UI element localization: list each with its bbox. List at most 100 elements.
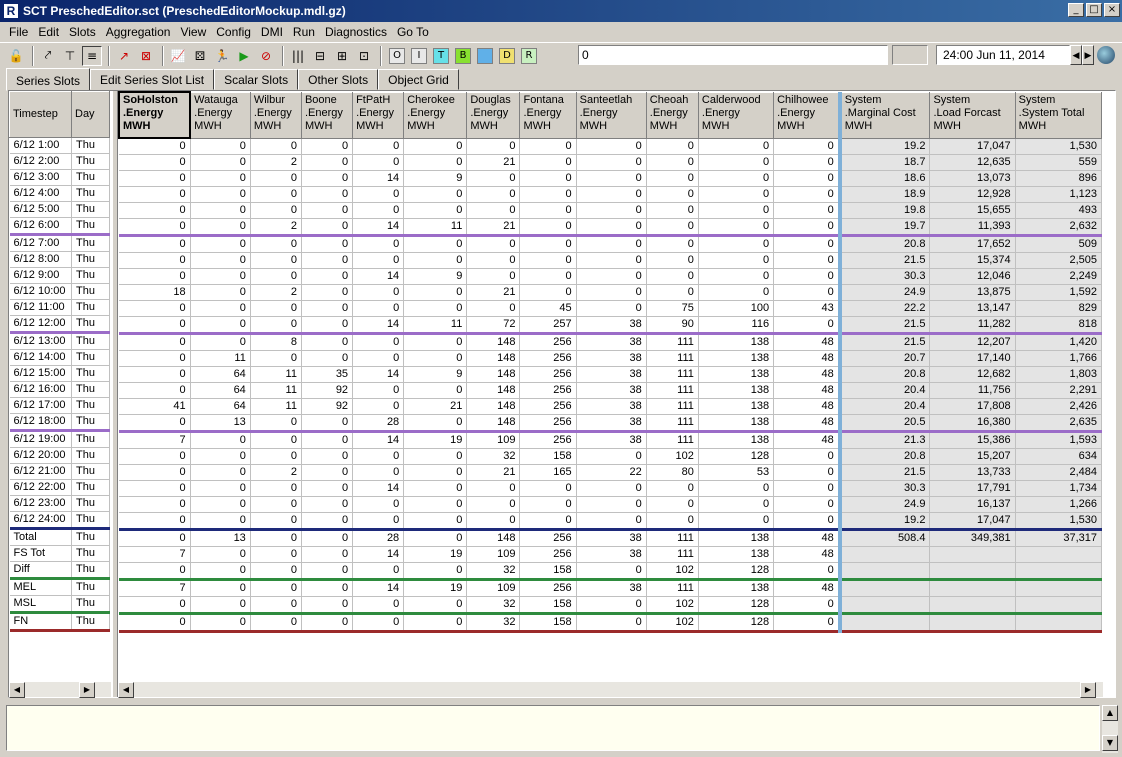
value-cell[interactable]: 0 (250, 448, 302, 465)
value-cell[interactable]: 9 (403, 268, 468, 285)
scroll-right-arrow-icon[interactable]: ▶ (1080, 682, 1096, 698)
value-cell[interactable]: 0 (119, 333, 191, 351)
value-cell[interactable]: 0 (301, 218, 354, 237)
value-cell[interactable]: 20.7 (839, 350, 931, 367)
column-header[interactable]: Boone .Energy MWH (300, 91, 354, 139)
value-cell[interactable]: 0 (190, 170, 251, 187)
value-cell[interactable]: 0 (698, 154, 775, 171)
value-cell[interactable]: 0 (466, 300, 521, 317)
fit-all-icon[interactable]: ⊡ (354, 46, 374, 66)
value-cell[interactable]: 14 (352, 268, 405, 285)
value-cell[interactable]: 0 (301, 579, 354, 597)
value-cell[interactable]: 0 (773, 562, 842, 581)
value-cell[interactable]: 0 (190, 138, 251, 155)
value-cell[interactable]: 38 (576, 579, 647, 597)
value-cell[interactable]: 0 (403, 562, 468, 581)
value-cell[interactable]: 0 (403, 235, 468, 253)
value-cell[interactable]: 19.2 (839, 512, 931, 531)
value-cell[interactable]: 0 (301, 170, 354, 187)
value-cell[interactable]: 0 (352, 464, 405, 481)
value-cell[interactable]: 0 (250, 316, 302, 335)
left-hscrollbar[interactable]: ◀ ▶ (9, 681, 111, 698)
scroll-down-arrow-icon[interactable]: ▼ (1102, 735, 1118, 751)
value-cell[interactable]: 11 (250, 366, 302, 383)
column-header[interactable]: Douglas .Energy MWH (466, 91, 521, 139)
value-cell[interactable]: 0 (190, 218, 251, 237)
value-cell[interactable]: 0 (576, 138, 647, 155)
dice-icon[interactable]: ⚄ (190, 46, 210, 66)
column-header[interactable]: Cheoah .Energy MWH (645, 91, 699, 139)
value-cell[interactable]: 14 (352, 170, 405, 187)
value-cell[interactable]: 0 (646, 170, 699, 187)
value-cell[interactable]: 0 (301, 546, 354, 563)
value-cell[interactable]: 0 (403, 350, 468, 367)
value-cell[interactable]: 111 (646, 431, 699, 449)
value-cell[interactable]: 0 (576, 448, 647, 465)
value-cell[interactable]: 0 (519, 252, 577, 269)
value-cell[interactable]: 0 (301, 154, 354, 171)
value-cell[interactable]: 48 (773, 529, 842, 547)
value-cell[interactable]: 0 (519, 138, 577, 155)
value-cell[interactable]: 17,047 (929, 138, 1016, 155)
value-cell[interactable]: 111 (646, 350, 699, 367)
value-cell[interactable]: 17,047 (929, 512, 1016, 531)
value-cell[interactable]: 0 (773, 268, 842, 285)
value-cell[interactable]: 13,147 (929, 300, 1016, 317)
value-cell[interactable]: 0 (576, 252, 647, 269)
value-cell[interactable]: 0 (352, 398, 405, 415)
value-cell[interactable]: 256 (519, 382, 577, 399)
value-cell[interactable]: 53 (698, 464, 775, 481)
value-cell[interactable]: 20.4 (839, 382, 931, 399)
flag-t-button[interactable]: T (433, 47, 449, 64)
value-cell[interactable]: 0 (698, 496, 775, 513)
value-cell[interactable]: 102 (646, 448, 699, 465)
value-cell[interactable]: 2,249 (1015, 268, 1103, 285)
value-cell[interactable]: 493 (1015, 202, 1103, 219)
value-cell[interactable]: 0 (352, 333, 405, 351)
timestep-cell[interactable]: 6/12 2:00 (9, 153, 72, 170)
value-cell[interactable]: 0 (773, 512, 842, 531)
value-cell[interactable]: 2 (250, 284, 302, 301)
value-cell[interactable]: 0 (190, 154, 251, 171)
value-cell[interactable]: 0 (352, 202, 405, 219)
value-cell[interactable]: 20.8 (839, 235, 931, 253)
value-cell[interactable]: 0 (250, 252, 302, 269)
tab-object-grid[interactable]: Object Grid (378, 69, 459, 90)
value-cell[interactable]: 48 (773, 414, 842, 433)
value-cell[interactable]: 0 (301, 464, 354, 481)
value-cell[interactable]: 14 (352, 546, 405, 563)
value-cell[interactable]: 256 (519, 579, 577, 597)
value-cell[interactable]: 0 (519, 284, 577, 301)
timestep-cell[interactable]: 6/12 5:00 (9, 201, 72, 218)
value-cell[interactable]: 256 (519, 414, 577, 433)
date-field[interactable]: 24:00 Jun 11, 2014 (936, 45, 1070, 65)
value-cell[interactable]: 138 (698, 414, 775, 433)
column-header[interactable]: SoHolston .Energy MWH (118, 91, 192, 139)
value-cell[interactable]: 0 (301, 529, 354, 547)
value-cell[interactable]: 0 (301, 138, 354, 155)
value-cell[interactable]: 1,266 (1015, 496, 1103, 513)
value-cell[interactable]: 32 (466, 448, 521, 465)
value-cell[interactable]: 18 (119, 284, 191, 301)
value-cell[interactable]: 0 (403, 300, 468, 317)
stop-icon[interactable]: ⊘ (256, 46, 276, 66)
value-cell[interactable]: 0 (576, 154, 647, 171)
value-cell[interactable]: 0 (576, 202, 647, 219)
value-cell[interactable]: 0 (466, 512, 521, 531)
tab-other-slots[interactable]: Other Slots (298, 69, 379, 90)
value-cell[interactable]: 14 (352, 218, 405, 237)
tab-scalar-slots[interactable]: Scalar Slots (214, 69, 299, 90)
value-cell[interactable]: 12,046 (929, 268, 1016, 285)
flag-blank-button[interactable] (477, 47, 493, 64)
value-cell[interactable]: 148 (466, 333, 521, 351)
menu-dmi[interactable]: DMI (256, 25, 288, 39)
value-cell[interactable]: 0 (773, 252, 842, 269)
close-button[interactable]: × (1104, 3, 1120, 17)
value-cell[interactable]: 11,393 (929, 218, 1016, 237)
value-cell[interactable]: 12,928 (929, 186, 1016, 203)
value-cell[interactable]: 0 (301, 496, 354, 513)
value-cell[interactable]: 16,380 (929, 414, 1016, 433)
value-cell[interactable]: 148 (466, 382, 521, 399)
value-cell[interactable]: 559 (1015, 154, 1103, 171)
value-cell[interactable]: 111 (646, 366, 699, 383)
